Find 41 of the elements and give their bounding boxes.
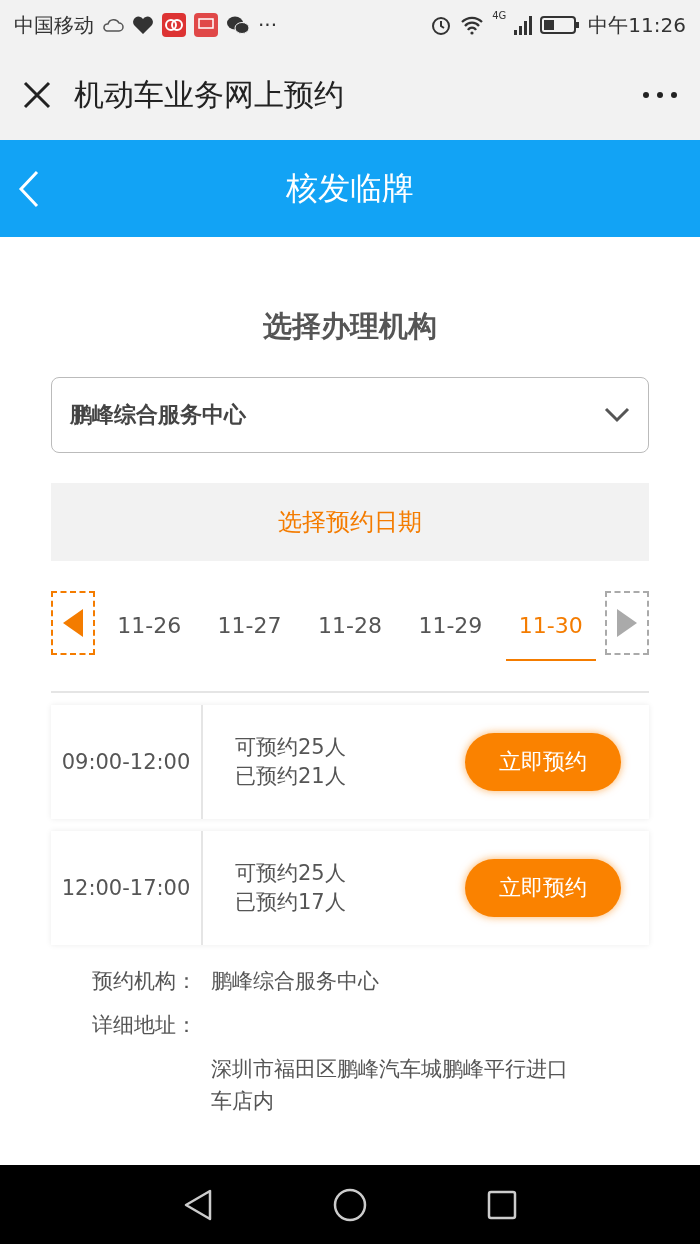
back-icon[interactable]	[183, 1188, 213, 1221]
date-tab[interactable]: 11-29	[405, 591, 496, 661]
cloud-icon	[102, 17, 124, 33]
home-icon[interactable]	[333, 1187, 367, 1222]
section-heading: 选择办理机构	[262, 308, 438, 345]
available-count: 可预约25人	[235, 734, 347, 761]
chevron-down-icon	[604, 407, 630, 423]
more-icon[interactable]	[642, 91, 678, 99]
date-tab[interactable]: 11-28	[304, 591, 395, 661]
network-type: 4G	[492, 10, 507, 21]
available-count: 可预约25人	[235, 860, 347, 887]
page-title: 机动车业务网上预约	[74, 75, 345, 114]
detail-label: 详细地址：	[91, 1012, 198, 1039]
left-triangle-icon	[63, 609, 83, 637]
booked-count: 已预约17人	[235, 889, 347, 916]
date-section-heading: 选择预约日期	[51, 483, 649, 561]
app-icon	[194, 13, 218, 37]
time-range: 12:00-17:00	[61, 876, 191, 900]
time-range: 09:00-12:00	[61, 750, 191, 774]
clock-time: 中午11:26	[588, 11, 686, 39]
detail-label: 预约机构：	[91, 968, 198, 995]
previous-button[interactable]	[51, 591, 95, 655]
app-icon	[162, 13, 186, 37]
wifi-icon	[460, 15, 485, 35]
battery-icon	[540, 15, 581, 35]
date-tab[interactable]: 11-26	[104, 591, 195, 661]
more-notifications: ···	[258, 13, 278, 37]
signal-icon	[514, 15, 533, 35]
right-triangle-icon	[617, 609, 637, 637]
booked-count: 已预约21人	[235, 763, 347, 790]
close-icon[interactable]	[22, 80, 52, 110]
detail-value: 深圳市福田区鹏峰汽车城鹏峰平行进口车店内	[211, 1056, 569, 1115]
detail-value: 鹏峰综合服务中心	[211, 968, 380, 995]
screen-title: 核发临牌	[286, 167, 414, 209]
chat-icon	[226, 15, 250, 35]
institution-select[interactable]: 鹏峰综合服务中心	[51, 377, 649, 453]
alarm-icon	[430, 14, 453, 36]
recents-icon[interactable]	[487, 1189, 517, 1220]
carrier-name: 中国移动	[14, 11, 94, 39]
heart-icon	[132, 15, 154, 35]
date-tab[interactable]: 11-27	[204, 591, 295, 661]
